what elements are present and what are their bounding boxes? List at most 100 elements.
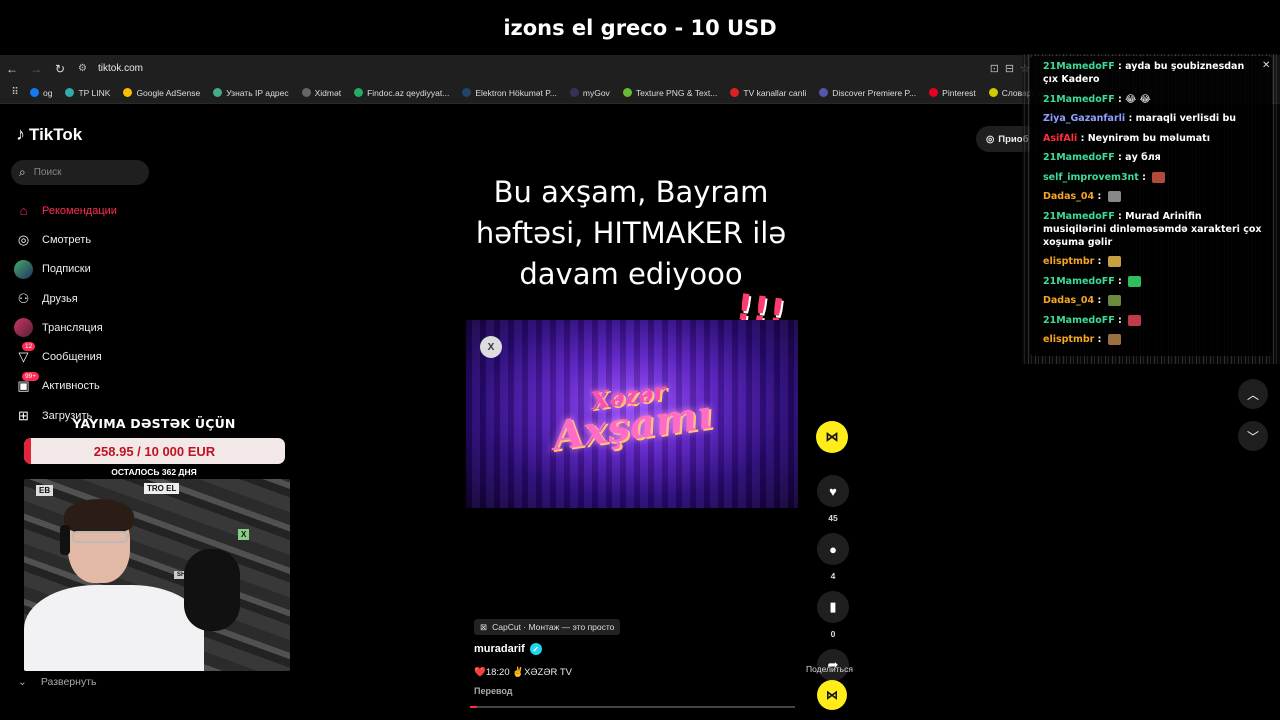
- emote-icon: [1107, 295, 1121, 306]
- like-button[interactable]: ♥ 45: [816, 475, 850, 523]
- chat-message: Ziya_Gazanfarli : maraqli verlisdi bu: [1043, 112, 1262, 125]
- chat-username[interactable]: Ziya_Gazanfarli: [1043, 113, 1125, 124]
- save-button[interactable]: ▮ 0: [816, 591, 850, 639]
- avatar: [14, 259, 33, 279]
- chat-username[interactable]: AsifAli: [1043, 133, 1077, 144]
- sidebar-item[interactable]: ◎ Смотреть: [14, 225, 194, 254]
- tiktok-logo[interactable]: ♪ TikTok: [16, 124, 82, 145]
- bookmark-favicon-icon: [929, 88, 939, 97]
- next-video-button[interactable]: ﹀: [1238, 421, 1268, 451]
- bookmark-item[interactable]: myGov: [569, 88, 610, 98]
- creator-avatar[interactable]: ⋈: [816, 421, 848, 453]
- reload-icon[interactable]: ↻: [48, 57, 72, 81]
- webcam-overlay: EB TRO EL X SHEPHERD: [24, 479, 290, 671]
- chat-separator: :: [1094, 295, 1105, 306]
- bookmark-favicon-icon: [30, 88, 39, 97]
- translate-link[interactable]: Перевод: [474, 686, 512, 696]
- streamer: [24, 499, 204, 671]
- bookmark-item[interactable]: TV kanallar canli: [730, 88, 806, 98]
- chat-username[interactable]: Dadas_04: [1043, 191, 1094, 202]
- bookmark-item[interactable]: Узнать IP адрес: [213, 88, 289, 98]
- chat-username[interactable]: 21MamedoFF: [1043, 152, 1115, 163]
- bookmark-item[interactable]: Elektron Hökumət P...: [462, 88, 557, 98]
- sidebar-item-label: Подписки: [42, 263, 91, 276]
- site-info-icon[interactable]: ⚙: [78, 63, 98, 74]
- show-logo-line2: Axşamı: [549, 390, 716, 460]
- install-icon[interactable]: ⊟: [1005, 62, 1014, 75]
- chat-message: 21MamedoFF : ayda bu şoubiznesdan çıx Ka…: [1043, 60, 1262, 86]
- headset: [60, 525, 70, 555]
- home-icon: ⌂: [19, 203, 28, 219]
- chat-username[interactable]: Dadas_04: [1043, 295, 1094, 306]
- bookmark-item[interactable]: Xidmət: [301, 87, 342, 98]
- music-disc-icon[interactable]: ⋈: [817, 680, 847, 710]
- expand-label: Развернуть: [40, 676, 97, 688]
- forward-icon[interactable]: →: [24, 57, 48, 81]
- chat-username[interactable]: 21MamedoFF: [1043, 94, 1115, 105]
- prev-video-button[interactable]: ︿: [1238, 379, 1268, 409]
- chat-separator: :: [1114, 210, 1126, 222]
- chat-username[interactable]: 21MamedoFF: [1043, 211, 1115, 222]
- save-count: 0: [830, 629, 836, 639]
- emote-icon: [1107, 191, 1121, 202]
- author-name[interactable]: muradarif ✓: [474, 643, 542, 655]
- sidebar-item[interactable]: ▣ 99+ Активность: [14, 371, 194, 401]
- video-progress-bar[interactable]: [470, 706, 795, 708]
- sidebar-item[interactable]: Трансляция: [14, 313, 194, 342]
- bookmark-label: og: [43, 87, 53, 98]
- bookmark-item[interactable]: Findoc.az qeydiyyat...: [354, 88, 449, 98]
- sidebar-item-label: Друзья: [42, 292, 78, 305]
- apps-grid-icon[interactable]: ⠿: [0, 87, 30, 98]
- chat-separator: :: [1138, 171, 1150, 183]
- sidebar-item[interactable]: ▽ 12 Сообщения: [14, 342, 194, 371]
- comment-button[interactable]: ● 4: [816, 533, 850, 581]
- sidebar-item-label: Активность: [42, 380, 100, 393]
- chat-separator: :: [1114, 152, 1126, 163]
- sidebar-item[interactable]: ⚇ Друзья: [14, 284, 194, 313]
- bookmark-item[interactable]: Google AdSense: [123, 88, 200, 98]
- support-amount: 258.95 / 10 000 EUR: [93, 443, 216, 459]
- sidebar-item[interactable]: Подписки: [14, 255, 194, 284]
- chat-username[interactable]: elisptmbr: [1043, 334, 1094, 345]
- video-frame[interactable]: X Xəzər Axşamı: [466, 320, 798, 508]
- expand-button[interactable]: ⌄ Развернуть: [18, 676, 96, 688]
- search-input[interactable]: ⌕ Поиск: [11, 160, 149, 185]
- chat-message: 21MamedoFF : Murad Arinifin musiqilərini…: [1043, 210, 1262, 249]
- sidebar-menu: ⌂ Рекомендации ◎ Смотреть Подписки ⚇ Друзья Тра…: [14, 196, 194, 430]
- chat-separator: :: [1125, 113, 1136, 124]
- close-icon[interactable]: ✕: [1262, 60, 1270, 71]
- coin-icon: ◎: [986, 133, 995, 145]
- notification-badge: 12: [22, 342, 36, 352]
- chat-separator: :: [1094, 256, 1105, 267]
- address-bar[interactable]: ⚙ tiktok.com: [78, 59, 990, 79]
- bookmark-item[interactable]: TP LINK: [65, 88, 110, 98]
- chevron-up-icon: ︿: [1246, 387, 1259, 402]
- chat-username[interactable]: self_improvem3nt: [1043, 172, 1139, 183]
- chat-username[interactable]: 21MamedoFF: [1043, 276, 1115, 287]
- bookmark-favicon-icon: [462, 88, 472, 97]
- capcut-link[interactable]: ⊠ CapCut · Монтаж — это просто: [474, 619, 621, 635]
- chat-separator: :: [1114, 61, 1126, 72]
- emote-icon: [1107, 334, 1121, 345]
- bookmark-item[interactable]: Texture PNG & Text...: [622, 88, 717, 98]
- channel-logo-icon: X: [480, 336, 502, 358]
- bookmark-label: Discover Premiere P...: [832, 87, 917, 98]
- chat-separator: :: [1114, 93, 1126, 105]
- chat-username[interactable]: 21MamedoFF: [1043, 315, 1115, 326]
- bookmark-item[interactable]: Pinterest: [929, 88, 976, 98]
- share-label: Поделиться: [806, 664, 853, 674]
- bookmark-favicon-icon: [730, 88, 740, 97]
- author-label: muradarif: [474, 643, 525, 655]
- translate-icon[interactable]: ⊡: [990, 62, 999, 75]
- bookmark-item[interactable]: og: [30, 88, 52, 98]
- chevron-down-icon: ﹀: [1246, 429, 1259, 444]
- bookmark-label: Xidmət: [314, 87, 342, 98]
- back-icon[interactable]: ←: [0, 57, 24, 81]
- sidebar-item[interactable]: ⌂ Рекомендации: [14, 196, 194, 225]
- sidebar-item-label: Трансляция: [42, 321, 103, 334]
- bookmark-item[interactable]: Discover Premiere P...: [819, 88, 916, 98]
- chat-message: self_improvem3nt :: [1043, 171, 1262, 184]
- chat-username[interactable]: 21MamedoFF: [1043, 61, 1115, 72]
- glasses: [72, 531, 128, 543]
- chat-username[interactable]: elisptmbr: [1043, 256, 1094, 267]
